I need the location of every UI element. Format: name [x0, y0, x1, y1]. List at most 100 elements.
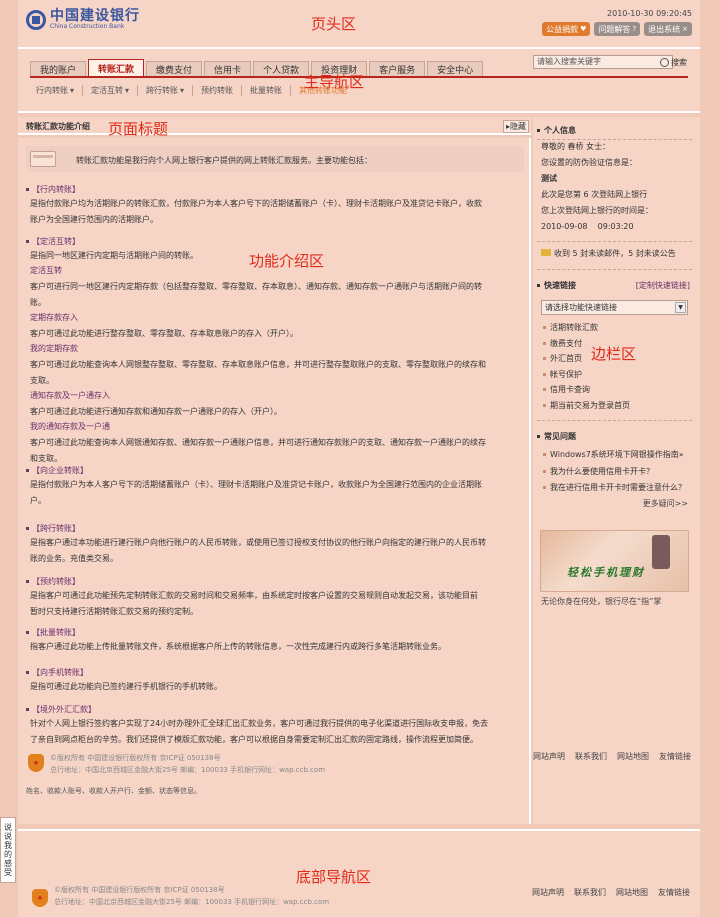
- tab-item[interactable]: 缴费支付: [146, 61, 203, 76]
- faq-item[interactable]: 我在进行信用卡开卡时需要注意什么？: [543, 482, 686, 493]
- last-login-clock: 09:03:20: [597, 222, 634, 231]
- footer-link[interactable]: 友情链接: [658, 887, 690, 898]
- question-icon: ?: [632, 25, 637, 33]
- feature-section: 【向企业转账】是指付款账户为本人客户号下的活期储蓄账户（卡）、理财卡活期账户及准…: [26, 465, 524, 508]
- help-button[interactable]: 问题解答?: [594, 22, 641, 36]
- quick-link-select[interactable]: 请选择功能快速链接 ▼: [541, 300, 688, 315]
- hide-label: 隐藏: [510, 122, 526, 131]
- sub-feature-link[interactable]: 我的定期存款: [26, 341, 524, 356]
- feature-intro-area: 转账汇款功能是我行向个人网上银行客户提供的网上转账汇款服务。主要功能包括： 【行…: [18, 138, 531, 824]
- section-desc: 是指付款账户为本人客户号下的活期储蓄账户（卡）、理财卡活期账户及准贷记卡账户，收…: [30, 480, 482, 489]
- sidebar-footer-link[interactable]: 友情链接: [659, 751, 691, 762]
- sub-feature-link[interactable]: 通知存款及一户通存入: [26, 388, 524, 403]
- bullet-icon: [26, 527, 29, 530]
- section-title[interactable]: 【向手机转账】: [26, 667, 524, 678]
- logo-title: 中国建设银行: [50, 8, 140, 24]
- subnav-item[interactable]: 批量转账: [250, 85, 292, 96]
- footer-link[interactable]: 网站声明: [532, 887, 564, 898]
- footer-link[interactable]: 网站地图: [616, 887, 648, 898]
- verify-value: 测试: [541, 174, 557, 183]
- greeting: 尊敬的 春桥 女士：: [541, 142, 611, 151]
- faq-more-link[interactable]: 更多疑问>>: [643, 498, 688, 509]
- tab-item[interactable]: 个人贷款: [253, 61, 310, 76]
- section-title-text: 【定活互转】: [32, 237, 80, 246]
- zone-label-content: 功能介绍区: [249, 252, 325, 270]
- search-icon: [660, 57, 669, 67]
- subnav-item[interactable]: 跨行转账 ▾: [146, 85, 194, 96]
- footer-link[interactable]: 联系我们: [574, 887, 606, 898]
- personal-info-heading: 个人信息: [537, 125, 576, 136]
- sub-feature-desc: 客户可进行同一地区建行内定期存款（包括整存整取、零存整取、存本取息）、通知存款、…: [30, 282, 482, 291]
- quick-link-select-value: 请选择功能快速链接: [545, 303, 617, 312]
- sub-feature-desc: 支取。: [30, 376, 54, 385]
- tab-item[interactable]: 客户服务: [369, 61, 426, 76]
- search-input[interactable]: 请输入搜索关键字: [533, 55, 673, 69]
- section-title[interactable]: 【跨行转账】: [26, 523, 524, 534]
- sub-feature-desc: 客户可通过此功能查询本人网银整存整取、零存整取、存本取息账户信息，并可进行整存整…: [30, 360, 486, 369]
- section-title-text: 【向手机转账】: [32, 668, 88, 677]
- chevron-down-icon: ▾: [180, 86, 185, 95]
- mail-notice[interactable]: 收到 5 封未读邮件，5 封未读公告: [541, 246, 676, 262]
- subnav-item[interactable]: 预约转账: [201, 85, 243, 96]
- last-login-label: 您上次登陆网上银行的时间是：: [541, 206, 653, 215]
- section-title[interactable]: 【预约转账】: [26, 576, 524, 587]
- heart-icon: ♥: [580, 25, 587, 33]
- section-desc: 是指可通过此功能向已签约建行手机银行的手机转账。: [30, 682, 222, 691]
- zone-label-sidebar: 边栏区: [591, 345, 637, 363]
- tab-item[interactable]: 安全中心: [427, 61, 484, 76]
- logout-button[interactable]: 退出系统 ×: [644, 22, 692, 36]
- page-title: 转账汇款功能介绍: [26, 122, 90, 131]
- section-title[interactable]: 【批量转账】: [26, 627, 524, 638]
- header-datetime: 2010-10-30 09:20:45: [607, 9, 692, 18]
- sub-feature-link[interactable]: 我的通知存款及一户通: [26, 419, 524, 434]
- sidebar-footer-link[interactable]: 网站声明: [533, 751, 565, 762]
- charity-button[interactable]: 公益捐款 ♥: [542, 22, 591, 36]
- section-desc: 是指付款账户均为活期账户的转账汇款，付款账户为本人客户号下的活期储蓄账户（卡）、…: [30, 199, 482, 208]
- quick-link-item[interactable]: 信用卡查询: [543, 384, 590, 395]
- ccb-logo[interactable]: 中国建设银行 China Construction Bank: [26, 9, 140, 31]
- bullet-icon: [26, 671, 29, 674]
- quick-link-item[interactable]: 外汇首页: [543, 353, 582, 364]
- bullet-icon: [26, 240, 29, 243]
- tab-item[interactable]: 我的账户: [30, 61, 87, 76]
- section-title[interactable]: 【境外外汇汇款】: [26, 704, 524, 715]
- subnav-label: 批量转账: [250, 86, 283, 95]
- subnav-item[interactable]: 行内转账 ▾: [36, 85, 84, 96]
- quick-link-item[interactable]: 帐号保护: [543, 369, 582, 380]
- quick-link-item[interactable]: 期当前交易为登录首页: [543, 400, 630, 411]
- divider: [537, 241, 692, 242]
- help-label: 问题解答: [598, 24, 631, 34]
- quick-link-item[interactable]: 缴费支付: [543, 338, 582, 349]
- address-line: 总行地址：中国北京西城区金融大街25号 邮编：100033 手机银行网址：wap…: [54, 898, 330, 906]
- hide-button[interactable]: ▸隐藏: [502, 120, 529, 133]
- section-title[interactable]: 【定活互转】: [26, 236, 524, 247]
- zone-label-mainnav: 主导航区: [304, 73, 365, 91]
- sub-feature-link[interactable]: 定期存款存入: [26, 310, 524, 325]
- faq-item[interactable]: Windows7系统环境下网银操作指南»: [543, 449, 684, 460]
- customize-quick-links[interactable]: [定制快速链接]: [636, 280, 690, 291]
- section-title[interactable]: 【行内转账】: [26, 184, 524, 195]
- sidebar-footer-link[interactable]: 联系我们: [575, 751, 607, 762]
- sidebar: 个人信息 尊敬的 春桥 女士： 您设置的防伪验证信息是： 测试 此次是您第 6 …: [533, 117, 700, 824]
- sidebar-footer-link[interactable]: 网站地图: [617, 751, 649, 762]
- quick-link-item[interactable]: 活期转账汇款: [543, 322, 598, 333]
- zone-label-pagetitle: 页面标题: [108, 120, 169, 138]
- chevron-down-icon: ▼: [675, 302, 686, 313]
- search-label: 搜索: [671, 57, 687, 67]
- emblem-icon: ★: [28, 754, 44, 772]
- bullet-icon: [543, 469, 546, 473]
- emblem-icon: ★: [32, 889, 48, 907]
- tab-item[interactable]: 转账汇款: [88, 59, 145, 76]
- section-desc: 暂时只支持建行活期转账汇款交易的预约定制。: [30, 607, 198, 616]
- section-title[interactable]: 【向企业转账】: [26, 465, 524, 476]
- mobile-banking-banner[interactable]: 轻松手机理财: [540, 530, 689, 592]
- feedback-tab[interactable]: 说说我的感受: [0, 817, 16, 883]
- address-line: 总行地址：中国北京西城区金融大街25号 邮编：100033 手机银行网址：wap…: [50, 766, 326, 774]
- tab-item[interactable]: 信用卡: [204, 61, 252, 76]
- sub-feature-desc: 客户可通过此功能进行整存整取、零存整取、存本取息账户的存入（开户）。: [30, 329, 298, 338]
- faq-item[interactable]: 我为什么要使用信用卡开卡？: [543, 466, 654, 477]
- subnav-item[interactable]: 定活互转 ▾: [91, 85, 139, 96]
- bullet-icon: [26, 631, 29, 634]
- sidebar-footer-links: 网站声明 联系我们 网站地图 友情链接: [533, 751, 691, 762]
- search-button[interactable]: 搜索: [660, 55, 687, 69]
